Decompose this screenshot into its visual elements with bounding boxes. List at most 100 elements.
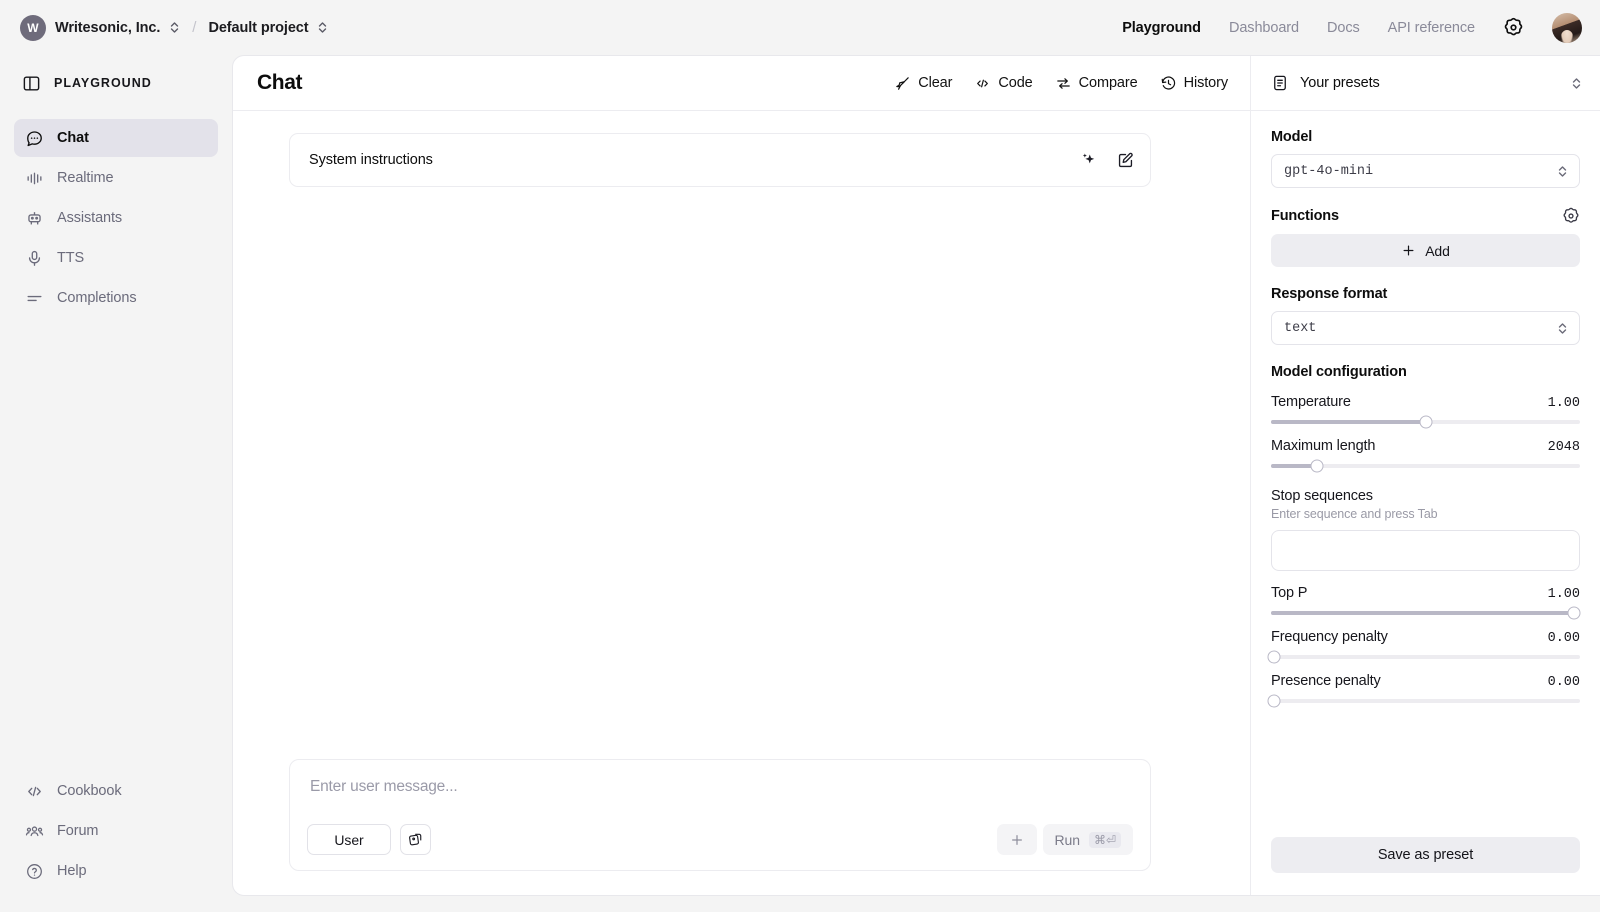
sidebar-item-chat[interactable]: Chat [14, 119, 218, 157]
compare-button[interactable]: Compare [1055, 75, 1138, 92]
slider-track[interactable] [1267, 694, 1580, 708]
sidebar-item-label: Realtime [57, 170, 114, 186]
top-nav: Playground Dashboard Docs API reference [1122, 20, 1475, 36]
edit-pencil-icon[interactable] [1116, 151, 1135, 170]
system-instructions-card[interactable]: System instructions [289, 133, 1151, 187]
chat-bubble-icon [24, 129, 44, 148]
slider-knob[interactable] [1567, 606, 1581, 620]
presets-header[interactable]: Your presets [1251, 56, 1600, 111]
slider-track[interactable] [1271, 606, 1581, 620]
page-title: Chat [257, 71, 303, 94]
sidebar-nav: Chat Realtime Assistants TTS Completions [14, 119, 218, 317]
response-format-value: text [1284, 320, 1317, 336]
history-label: History [1183, 75, 1229, 91]
gear-icon[interactable] [1503, 17, 1524, 38]
slider-knob[interactable] [1419, 415, 1432, 429]
slider-value: 2048 [1547, 440, 1580, 455]
composer-right: Run ⌘⏎ [996, 824, 1133, 855]
system-instructions-label: System instructions [309, 152, 433, 168]
code-button[interactable]: Code [974, 75, 1033, 92]
slider-label: Top P [1271, 585, 1308, 601]
settings-footer: Save as preset [1251, 821, 1600, 895]
sidebar-item-label: Cookbook [57, 783, 122, 799]
slider-knob[interactable] [1310, 459, 1324, 473]
slider-knob[interactable] [1267, 694, 1281, 708]
slider-label: Presence penalty [1271, 673, 1381, 689]
sidebar-item-help[interactable]: Help [14, 852, 218, 890]
response-format-label: Response format [1271, 286, 1388, 302]
sidebar-item-label: Completions [57, 290, 137, 306]
avatar[interactable] [1552, 12, 1582, 43]
sidebar-item-assistants[interactable]: Assistants [14, 199, 218, 237]
project-name: Default project [208, 19, 309, 36]
sidebar-item-completions[interactable]: Completions [14, 279, 218, 317]
message-composer[interactable]: Enter user message... User Run ⌘⏎ [289, 759, 1151, 871]
org-avatar: W [20, 14, 46, 41]
role-selector-button[interactable]: User [307, 824, 391, 855]
slider-label: Maximum length [1271, 438, 1376, 454]
run-button[interactable]: Run ⌘⏎ [1042, 824, 1133, 855]
presets-label: Your presets [1300, 75, 1380, 91]
run-label: Run [1054, 831, 1080, 848]
clear-button[interactable]: Clear [894, 75, 952, 92]
people-icon [24, 822, 44, 841]
composer-toolbar: User Run ⌘⏎ [307, 824, 1133, 855]
slider-value: 0.00 [1547, 631, 1580, 646]
slider-track[interactable] [1267, 650, 1580, 664]
sidebar-item-label: Help [57, 863, 87, 879]
sidebar-item-label: TTS [57, 250, 85, 266]
add-message-button[interactable] [996, 824, 1037, 855]
project-switcher[interactable]: Default project [208, 20, 328, 36]
slider-track[interactable] [1271, 459, 1580, 473]
add-function-button[interactable]: Add [1271, 234, 1580, 267]
slider-knob[interactable] [1267, 650, 1281, 664]
chevron-updown-icon [1557, 322, 1568, 335]
top-bar-right: Playground Dashboard Docs API reference [1122, 12, 1582, 43]
slider-value: 1.00 [1547, 396, 1580, 411]
composer-wrap: Enter user message... User Run ⌘⏎ [233, 759, 1250, 895]
slider-track[interactable] [1271, 415, 1580, 429]
preset-list-icon [1271, 74, 1289, 92]
sidebar-item-label: Assistants [57, 210, 123, 226]
sidebar-header[interactable]: PLAYGROUND [14, 55, 218, 111]
stop-sequences-input[interactable] [1271, 530, 1580, 571]
sidebar: PLAYGROUND Chat Realtime Assistants TTS … [0, 55, 232, 912]
model-label: Model [1271, 129, 1313, 145]
top-nav-dashboard[interactable]: Dashboard [1229, 20, 1299, 36]
code-label: Code [998, 75, 1033, 91]
slider-fill [1271, 420, 1426, 424]
waveform-icon [24, 169, 44, 188]
code-brackets-icon [24, 782, 44, 801]
gear-icon[interactable] [1562, 207, 1580, 225]
response-format-select[interactable]: text [1271, 311, 1580, 345]
sidebar-item-tts[interactable]: TTS [14, 239, 218, 277]
robot-icon [24, 209, 44, 228]
clock-history-icon [1160, 75, 1177, 92]
model-value: gpt-4o-mini [1284, 163, 1374, 179]
sidebar-item-forum[interactable]: Forum [14, 812, 218, 850]
history-button[interactable]: History [1160, 75, 1228, 92]
sidebar-header-label: PLAYGROUND [54, 76, 152, 90]
settings-body: Model gpt-4o-mini Functions Add Response… [1251, 111, 1600, 821]
broom-icon [894, 75, 911, 92]
user-message-input[interactable]: Enter user message... [307, 778, 1133, 808]
save-as-preset-button[interactable]: Save as preset [1271, 837, 1580, 873]
sidebar-item-cookbook[interactable]: Cookbook [14, 772, 218, 810]
model-configuration-label: Model configuration [1271, 364, 1407, 380]
top-nav-docs[interactable]: Docs [1327, 20, 1360, 36]
settings-panel: Your presets Model gpt-4o-mini Functions… [1250, 56, 1600, 895]
sparkle-icon[interactable] [1079, 151, 1098, 170]
images-stack-icon[interactable] [400, 824, 431, 855]
org-switcher[interactable]: W Writesonic, Inc. [20, 14, 180, 41]
chevron-updown-icon[interactable] [1571, 77, 1582, 90]
slider-label: Frequency penalty [1271, 629, 1388, 645]
slider-temperature: Temperature 1.00 [1271, 394, 1580, 429]
slider-top-p: Top P 1.00 [1271, 585, 1581, 620]
model-select[interactable]: gpt-4o-mini [1271, 154, 1580, 188]
top-nav-api-reference[interactable]: API reference [1388, 20, 1475, 36]
top-nav-playground[interactable]: Playground [1122, 20, 1201, 36]
chat-header: Chat Clear Code Compare History [233, 56, 1250, 111]
sidebar-item-realtime[interactable]: Realtime [14, 159, 218, 197]
chevron-updown-icon [169, 21, 180, 34]
run-shortcut: ⌘⏎ [1088, 831, 1121, 848]
